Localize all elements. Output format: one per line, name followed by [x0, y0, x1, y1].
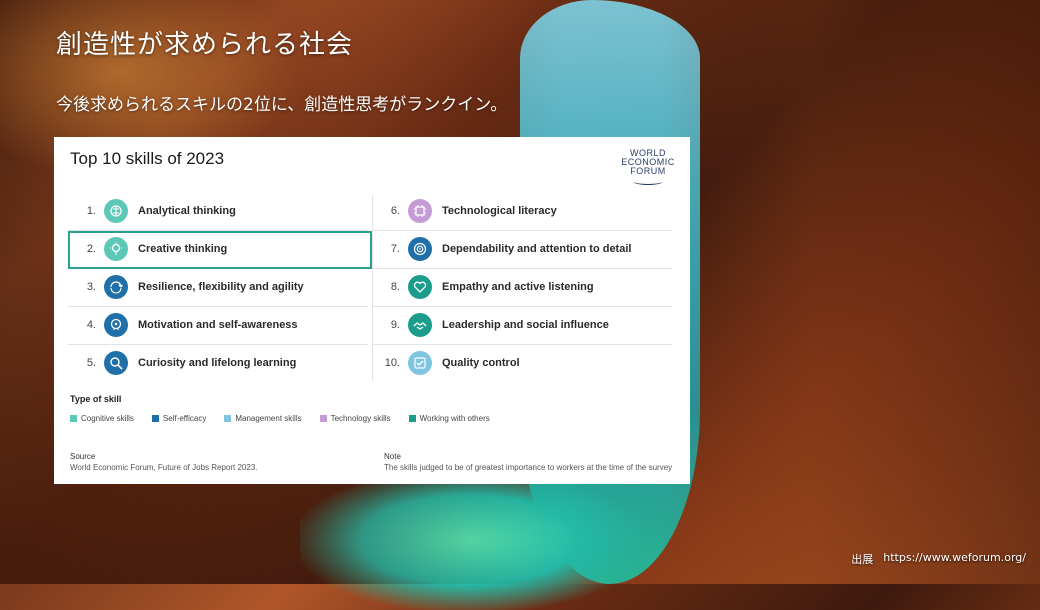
skill-item: 4. Motivation and self-awareness [68, 307, 372, 343]
skill-label: Dependability and attention to detail [442, 243, 632, 255]
wef-logo: WORLD ECONOMIC FORUM [614, 149, 682, 189]
skill-rank: 6. [390, 205, 400, 217]
skill-item: 7. Dependability and attention to detail [372, 231, 676, 267]
skill-item: 8. Empathy and active listening [372, 269, 676, 305]
highlight-box [68, 231, 372, 269]
legend-label: Technology skills [330, 414, 391, 423]
legend-label: Cognitive skills [81, 414, 134, 423]
legend-item-cognitive: Cognitive skills [70, 414, 134, 423]
legend-swatch [408, 415, 416, 422]
legend-item-self-efficacy: Self-efficacy [151, 414, 207, 423]
skill-item: 3. Resilience, flexibility and agility [68, 269, 372, 305]
skill-rank: 7. [390, 243, 400, 255]
skill-label: Motivation and self-awareness [138, 319, 298, 331]
target-icon [408, 237, 432, 261]
legend-label: Management skills [235, 414, 302, 423]
legend-swatch [224, 415, 232, 422]
legend-label: Working with others [419, 414, 490, 423]
skill-label: Quality control [442, 357, 520, 369]
heart-icon [408, 275, 432, 299]
skills-card: Top 10 skills of 2023 WORLD ECONOMIC FOR… [54, 137, 690, 484]
skill-label: Analytical thinking [138, 205, 236, 217]
brain-icon [104, 199, 128, 223]
skill-rank: 4. [86, 319, 96, 331]
skill-rank: 8. [390, 281, 400, 293]
legend-swatch [70, 415, 77, 422]
credit-link[interactable]: https://www.weforum.org/ [883, 551, 1026, 567]
skill-item: 1. Analytical thinking [68, 193, 372, 229]
arrows-icon [104, 275, 128, 299]
skill-label: Curiosity and lifelong learning [138, 357, 297, 369]
legend-item-management: Management skills [224, 414, 302, 423]
legend-item-technology: Technology skills [319, 414, 391, 423]
legend-swatch [151, 415, 159, 422]
head-icon [104, 313, 128, 337]
legend-swatch [319, 415, 327, 422]
note-heading: Note [384, 452, 401, 461]
skill-type-legend: Cognitive skills Self-efficacy Managemen… [70, 414, 490, 423]
card-title: Top 10 skills of 2023 [70, 149, 225, 168]
chip-icon [408, 199, 432, 223]
credit-line: 出展 https://www.weforum.org/ [851, 551, 1026, 567]
slide-title: 創造性が求められる社会 [56, 30, 354, 60]
skill-item: 9. Leadership and social influence [372, 307, 676, 343]
skill-label: Empathy and active listening [442, 281, 594, 293]
logo-arc-icon [633, 178, 663, 185]
skill-label: Resilience, flexibility and agility [138, 281, 304, 293]
cliff-shade-right [660, 0, 1040, 584]
handshake-icon [408, 313, 432, 337]
checklist-icon [408, 351, 432, 375]
skill-rank: 5. [86, 357, 96, 369]
skill-rank: 3. [86, 281, 96, 293]
slide-subtitle: 今後求められるスキルの2位に、創造性思考がランクイン。 [56, 95, 508, 115]
source-heading: Source [70, 452, 96, 461]
skill-rank: 9. [390, 319, 400, 331]
legend-label: Self-efficacy [162, 414, 207, 423]
skill-rank: 10. [384, 357, 400, 369]
legend-item-working-with-others: Working with others [408, 414, 490, 423]
skill-item: 5. Curiosity and lifelong learning [68, 345, 372, 381]
skill-item: 10. Quality control [372, 345, 676, 381]
legend-title: Type of skill [70, 394, 122, 404]
note-text: The skills judged to be of greatest impo… [384, 463, 673, 472]
skill-label: Technological literacy [442, 205, 557, 217]
source-text: World Economic Forum, Future of Jobs Rep… [70, 463, 258, 472]
credit-label: 出展 [851, 553, 874, 566]
skill-label: Leadership and social influence [442, 319, 609, 331]
logo-line-3: FORUM [630, 166, 666, 176]
skill-item: 6. Technological literacy [372, 193, 676, 229]
magnifier-icon [104, 351, 128, 375]
skill-rank: 1. [86, 205, 96, 217]
column-divider [372, 195, 373, 381]
